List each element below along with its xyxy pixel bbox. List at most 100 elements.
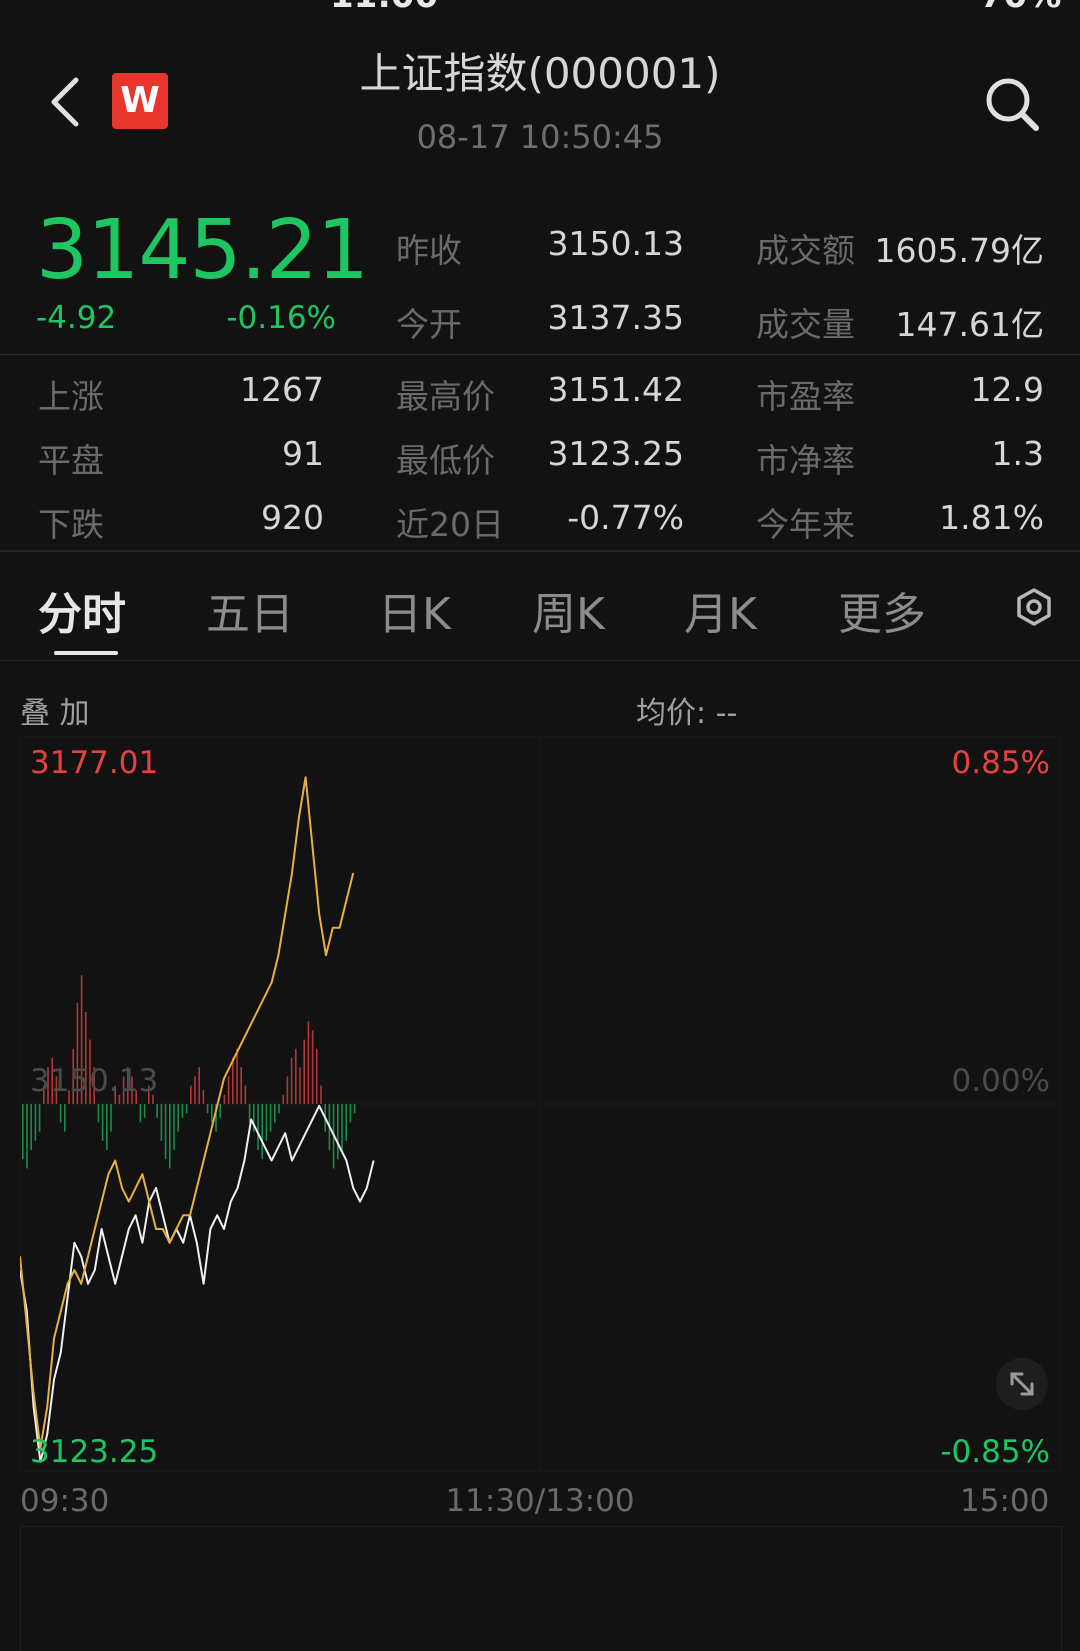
volume-bar	[223, 1094, 226, 1104]
volume-bar	[143, 1104, 146, 1118]
settings-icon[interactable]	[1014, 587, 1054, 627]
stat-label-pb: 市净率	[756, 441, 855, 480]
chart-zero-pct: 0.00%	[951, 1063, 1050, 1099]
stat-value-prev-close: 3150.13	[547, 224, 684, 263]
volume-bar	[240, 1067, 242, 1104]
volume-bar	[177, 1104, 179, 1132]
volume-bar	[219, 1104, 221, 1118]
volume-bar	[299, 1067, 301, 1104]
search-icon[interactable]	[982, 74, 1042, 134]
x-axis-start: 09:30	[20, 1483, 110, 1519]
divider	[0, 354, 1080, 355]
volume-bar	[110, 1104, 112, 1132]
chart-y-max: 3177.01	[30, 745, 159, 781]
volume-bar	[156, 1104, 158, 1118]
price-lines	[20, 776, 375, 1463]
volume-bar	[181, 1104, 184, 1118]
volume-bar	[38, 1104, 41, 1132]
volume-bar	[353, 1104, 356, 1114]
stat-value-advancing: 1267	[240, 370, 324, 409]
volume-bar	[257, 1104, 259, 1150]
volume-bar	[202, 1090, 205, 1104]
volume-bar	[286, 1076, 289, 1104]
volume-bar	[265, 1104, 268, 1141]
volume-bar	[341, 1104, 343, 1150]
volume-bar	[232, 1058, 234, 1104]
stat-value-low: 3123.25	[547, 434, 684, 473]
volume-bar	[349, 1104, 352, 1123]
volume-bar	[274, 1104, 276, 1123]
indicator-panel	[20, 1526, 1062, 1651]
volume-bar	[30, 1104, 32, 1150]
volume-bar	[97, 1104, 100, 1123]
volume-bar	[236, 1048, 238, 1104]
volume-bar	[194, 1076, 196, 1104]
price-change-percent: -0.16%	[226, 300, 336, 336]
volume-bar	[206, 1104, 209, 1114]
stat-value-ytd: 1.81%	[939, 498, 1044, 537]
volume-bar	[22, 1104, 24, 1160]
stat-label-20day: 近20日	[396, 505, 504, 544]
stat-label-declining: 下跌	[38, 505, 104, 544]
tab-intraday[interactable]: 分时	[38, 578, 126, 642]
volume-bar	[169, 1104, 171, 1169]
overlay-button[interactable]: 叠 加	[20, 688, 90, 732]
volume-bar	[64, 1104, 66, 1132]
status-battery: 70%	[980, 0, 1061, 14]
volume-bar	[345, 1104, 347, 1141]
volume-bar	[59, 1104, 62, 1123]
volume-bar	[26, 1104, 28, 1169]
tab-more[interactable]: 更多	[838, 578, 926, 642]
volume-bar	[227, 1076, 230, 1104]
update-timestamp: 08-17 10:50:45	[416, 118, 664, 156]
average-price-label: 均价: --	[636, 696, 738, 731]
stat-value-open: 3137.35	[547, 298, 684, 337]
price-line	[20, 1104, 375, 1463]
volume-bar	[303, 1039, 305, 1104]
volume-bar	[101, 1104, 104, 1141]
volume-bar	[106, 1104, 108, 1150]
volume-bar	[190, 1085, 192, 1104]
stat-value-unchanged: 91	[282, 434, 324, 473]
stat-value-declining: 920	[261, 498, 324, 537]
stat-value-high: 3151.42	[547, 370, 684, 409]
stat-value-20day: -0.77%	[567, 498, 684, 537]
stat-label-open: 今开	[396, 305, 462, 344]
stat-label-prev-close: 昨收	[396, 231, 462, 270]
current-price: 3145.21	[36, 203, 369, 298]
volume-bar	[34, 1104, 37, 1141]
stat-label-advancing: 上涨	[38, 377, 104, 416]
stat-label-ytd: 今年来	[756, 505, 855, 544]
tab-monthly-k[interactable]: 月K	[684, 578, 757, 642]
volume-bar	[282, 1094, 284, 1104]
chart-y-min: 3123.25	[30, 1434, 159, 1470]
chart-y-min-pct: -0.85%	[940, 1434, 1050, 1470]
volume-bar	[295, 1048, 297, 1104]
volume-bar	[185, 1104, 188, 1114]
volume-bar	[269, 1104, 272, 1132]
volume-bar	[278, 1104, 280, 1114]
tab-weekly-k[interactable]: 周K	[532, 578, 605, 642]
active-tab-indicator	[54, 651, 118, 655]
stat-value-pb: 1.3	[991, 434, 1044, 473]
volume-bar	[261, 1104, 263, 1160]
volume-bar	[290, 1058, 293, 1104]
volume-bar	[198, 1067, 200, 1104]
stat-label-pe: 市盈率	[756, 377, 855, 416]
volume-bar	[311, 1030, 314, 1104]
volume-bar	[320, 1085, 322, 1104]
volume-bar	[160, 1104, 163, 1141]
volume-bar	[244, 1085, 247, 1104]
volume-bar	[316, 1048, 318, 1104]
intraday-chart[interactable]	[20, 736, 1060, 1472]
volume-bar	[307, 1021, 310, 1104]
fullscreen-icon[interactable]	[996, 1358, 1048, 1410]
x-axis-end: 15:00	[960, 1483, 1050, 1519]
x-axis-mid: 11:30/13:00	[445, 1483, 635, 1519]
tab-five-day[interactable]: 五日	[206, 578, 294, 642]
tab-daily-k[interactable]: 日K	[378, 578, 451, 642]
volume-bar	[164, 1104, 167, 1160]
status-bar: 11:00 70%	[0, 0, 1080, 14]
price-change: -4.92	[36, 300, 117, 336]
chart-y-max-pct: 0.85%	[951, 745, 1050, 781]
